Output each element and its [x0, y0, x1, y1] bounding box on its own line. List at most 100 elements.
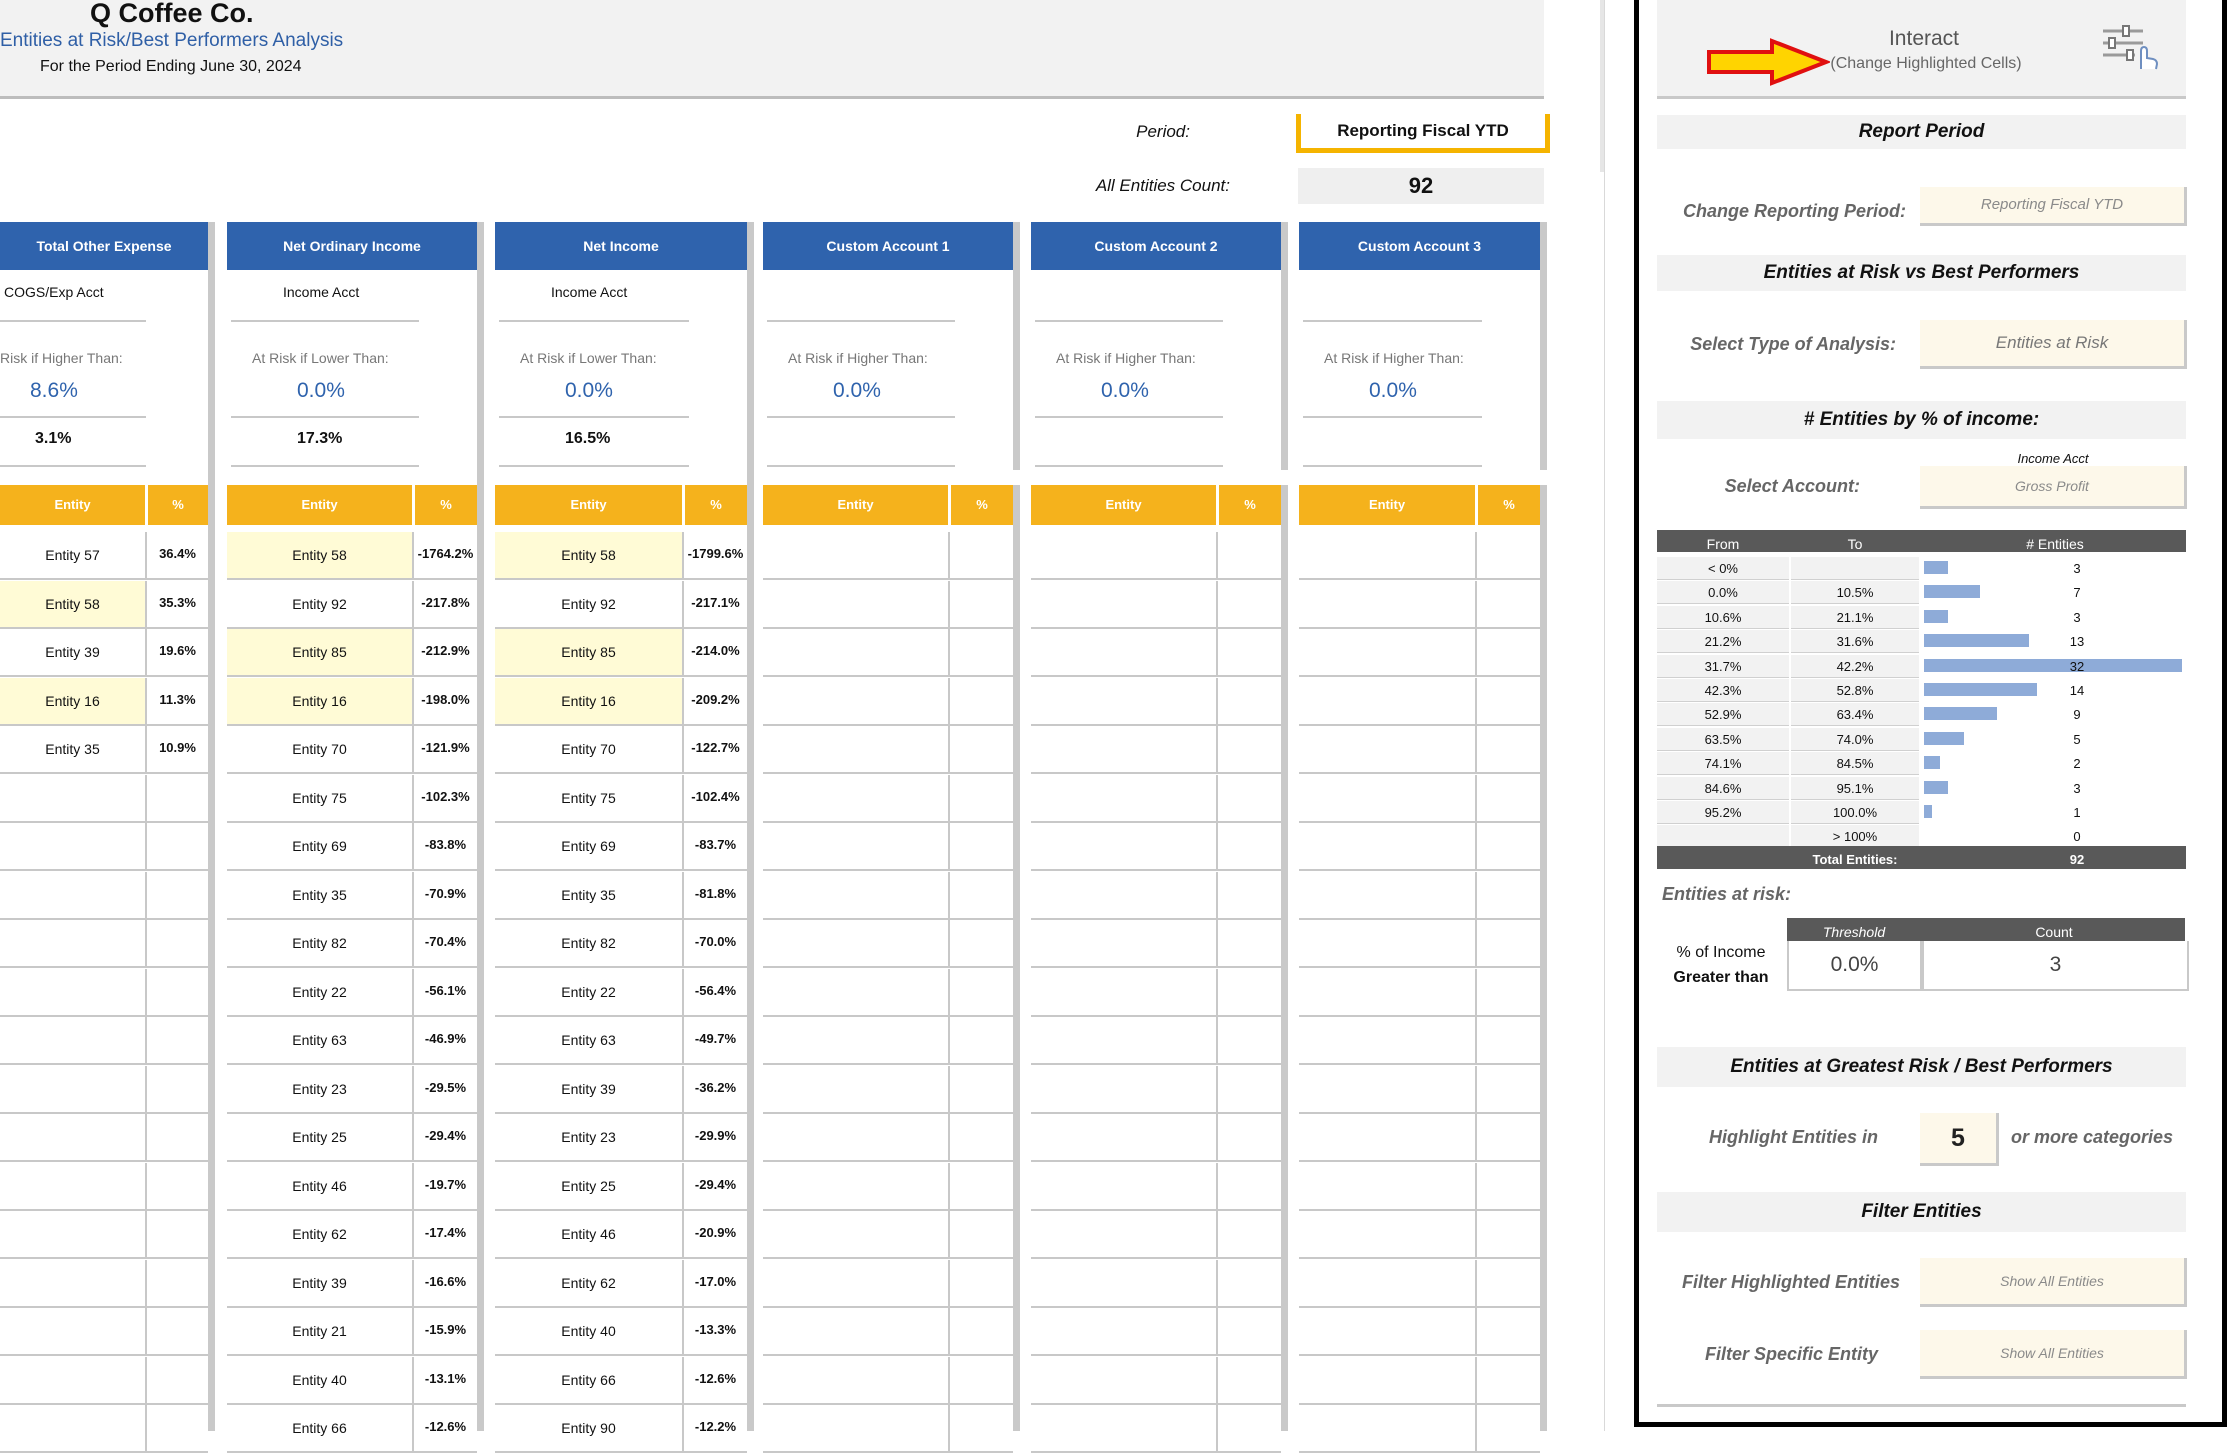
entity-cell[interactable]: Entity 66: [227, 1405, 412, 1453]
entity-cell[interactable]: Entity 70: [495, 726, 682, 774]
entity-cell[interactable]: [0, 1308, 145, 1356]
entity-cell[interactable]: [1299, 969, 1475, 1017]
entity-cell[interactable]: [0, 1405, 145, 1453]
entity-cell[interactable]: [1031, 1114, 1216, 1162]
entity-cell[interactable]: [1031, 920, 1216, 968]
entity-cell[interactable]: Entity 63: [227, 1017, 412, 1065]
entity-cell[interactable]: Entity 21: [227, 1308, 412, 1356]
risk-threshold-value[interactable]: 0.0%: [833, 379, 881, 403]
entity-cell[interactable]: Entity 58: [227, 532, 412, 580]
filter-specific-dropdown[interactable]: Show All Entities: [1920, 1330, 2187, 1379]
entity-cell[interactable]: [1031, 1066, 1216, 1114]
entity-cell[interactable]: Entity 23: [227, 1066, 412, 1114]
entity-cell[interactable]: [763, 1260, 948, 1308]
entity-cell[interactable]: [1299, 532, 1475, 580]
entity-cell[interactable]: [1299, 726, 1475, 774]
entity-cell[interactable]: Entity 16: [0, 677, 145, 726]
entity-cell[interactable]: [763, 775, 948, 823]
entity-cell[interactable]: Entity 39: [495, 1066, 682, 1114]
period-value-cell[interactable]: Reporting Fiscal YTD: [1296, 114, 1550, 153]
entity-cell[interactable]: [0, 775, 145, 823]
entity-cell[interactable]: [0, 1017, 145, 1065]
entity-cell[interactable]: [1299, 678, 1475, 726]
entity-cell[interactable]: Entity 35: [495, 872, 682, 920]
entity-cell[interactable]: [1031, 1211, 1216, 1259]
entity-cell[interactable]: [0, 920, 145, 968]
entity-cell[interactable]: [0, 1114, 145, 1162]
entity-cell[interactable]: [1299, 1260, 1475, 1308]
entity-cell[interactable]: Entity 75: [227, 775, 412, 823]
entity-cell[interactable]: [1031, 775, 1216, 823]
entity-cell[interactable]: [1031, 532, 1216, 580]
entity-cell[interactable]: [763, 1066, 948, 1114]
entity-cell[interactable]: Entity 22: [495, 969, 682, 1017]
entity-cell[interactable]: Entity 82: [495, 920, 682, 968]
entity-cell[interactable]: [763, 581, 948, 629]
entity-cell[interactable]: Entity 69: [495, 823, 682, 871]
entity-cell[interactable]: Entity 23: [495, 1114, 682, 1162]
entity-cell[interactable]: [763, 1405, 948, 1453]
entity-cell[interactable]: Entity 25: [495, 1163, 682, 1211]
entity-cell[interactable]: [1299, 1017, 1475, 1065]
entity-cell[interactable]: [0, 872, 145, 920]
entity-cell[interactable]: [1299, 872, 1475, 920]
select-account-dropdown[interactable]: Gross Profit: [1920, 466, 2187, 509]
entity-cell[interactable]: Entity 40: [227, 1357, 412, 1405]
entity-cell[interactable]: Entity 16: [227, 677, 412, 726]
entity-cell[interactable]: [1299, 1114, 1475, 1162]
entity-cell[interactable]: [1299, 1066, 1475, 1114]
entity-cell[interactable]: [763, 1357, 948, 1405]
entity-cell[interactable]: Entity 22: [227, 969, 412, 1017]
entity-cell[interactable]: [763, 823, 948, 871]
entity-cell[interactable]: [0, 1260, 145, 1308]
entity-cell[interactable]: [763, 629, 948, 677]
entity-cell[interactable]: Entity 63: [495, 1017, 682, 1065]
entity-cell[interactable]: [1299, 1163, 1475, 1211]
entity-cell[interactable]: Entity 16: [495, 677, 682, 726]
entity-cell[interactable]: [1299, 581, 1475, 629]
entity-cell[interactable]: [1299, 823, 1475, 871]
entity-cell[interactable]: [763, 1114, 948, 1162]
risk-threshold-value[interactable]: 0.0%: [297, 379, 345, 403]
entity-cell[interactable]: Entity 70: [227, 726, 412, 774]
entity-cell[interactable]: [763, 1211, 948, 1259]
entity-cell[interactable]: Entity 69: [227, 823, 412, 871]
entity-cell[interactable]: Entity 46: [227, 1163, 412, 1211]
entity-cell[interactable]: Entity 92: [227, 581, 412, 629]
entity-cell[interactable]: [1031, 678, 1216, 726]
entity-cell[interactable]: Entity 92: [495, 581, 682, 629]
entity-cell[interactable]: [0, 1163, 145, 1211]
entity-cell[interactable]: [763, 678, 948, 726]
entity-cell[interactable]: [0, 969, 145, 1017]
settings-sliders-icon[interactable]: [2099, 25, 2161, 71]
entity-cell[interactable]: [1031, 1308, 1216, 1356]
entity-cell[interactable]: [0, 823, 145, 871]
entity-cell[interactable]: [1031, 1260, 1216, 1308]
entity-cell[interactable]: [0, 1066, 145, 1114]
entity-cell[interactable]: [1299, 775, 1475, 823]
entity-cell[interactable]: Entity 90: [495, 1405, 682, 1453]
risk-threshold-value[interactable]: 0.0%: [1369, 379, 1417, 403]
entity-cell[interactable]: [1299, 1357, 1475, 1405]
entity-cell[interactable]: [763, 532, 948, 580]
entity-cell[interactable]: [1031, 872, 1216, 920]
risk-threshold-value[interactable]: 0.0%: [565, 379, 613, 403]
entity-cell[interactable]: [1031, 629, 1216, 677]
entity-cell[interactable]: [1031, 1163, 1216, 1211]
entity-cell[interactable]: Entity 85: [495, 629, 682, 677]
risk-threshold-value[interactable]: 0.0%: [1101, 379, 1149, 403]
entity-cell[interactable]: [763, 872, 948, 920]
entity-cell[interactable]: [1299, 1211, 1475, 1259]
entity-cell[interactable]: [763, 1017, 948, 1065]
entity-cell[interactable]: [763, 1308, 948, 1356]
entity-cell[interactable]: Entity 58: [0, 580, 145, 629]
highlight-categories-input[interactable]: 5: [1920, 1113, 1999, 1166]
entity-cell[interactable]: Entity 35: [0, 726, 145, 774]
entity-cell[interactable]: [1031, 823, 1216, 871]
analysis-type-dropdown[interactable]: Entities at Risk: [1920, 320, 2187, 369]
entity-cell[interactable]: Entity 25: [227, 1114, 412, 1162]
risk-threshold-value[interactable]: 8.6%: [30, 379, 78, 403]
entity-cell[interactable]: [1299, 920, 1475, 968]
filter-highlighted-dropdown[interactable]: Show All Entities: [1920, 1258, 2187, 1307]
entity-cell[interactable]: Entity 35: [227, 872, 412, 920]
